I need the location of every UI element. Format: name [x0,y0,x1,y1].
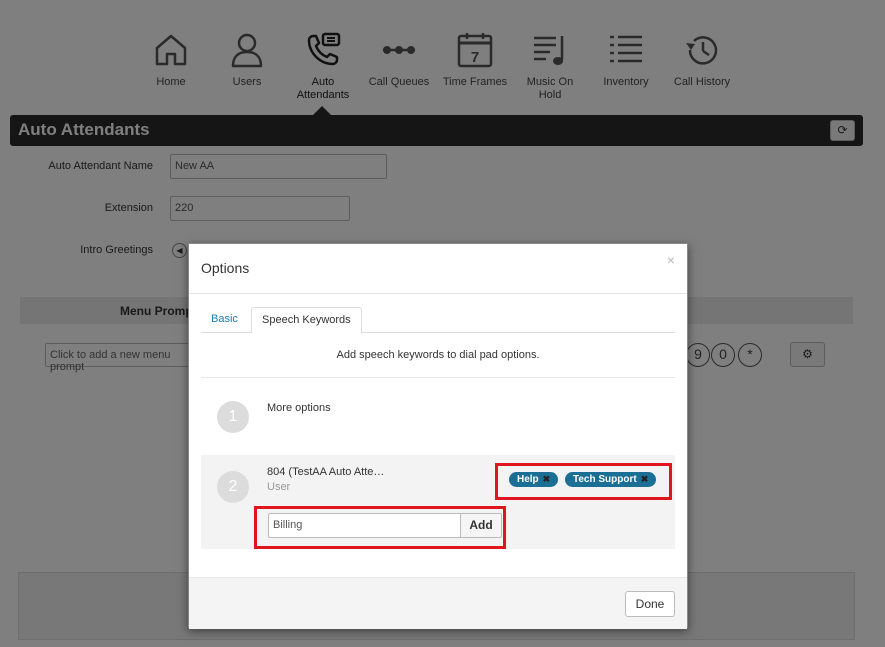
option-row-2: 2 804 (TestAA Auto Atte… User Help ✖ Tech… [201,455,675,549]
modal-footer: Done [189,577,687,629]
speech-keywords-hint: Add speech keywords to dial pad options. [336,349,540,361]
divider [201,377,675,378]
option-number-1: 1 [217,401,249,433]
modal-title: Options [201,260,250,276]
option-label-1: More options [267,402,331,414]
modal-header: Options × [189,244,687,294]
modal-tabs: Basic Speech Keywords [201,307,675,334]
tab-basic[interactable]: Basic [201,307,248,333]
keyword-input-highlight [254,506,506,549]
keyword-tags-highlight [495,463,672,500]
done-button[interactable]: Done [625,591,675,617]
tab-speech-keywords[interactable]: Speech Keywords [251,307,362,334]
option-label-2: 804 (TestAA Auto Atte… [267,466,385,478]
option-sublabel-2: User [267,481,291,493]
options-modal: Options × Basic Speech Keywords Add spee… [188,243,688,629]
close-icon[interactable]: × [667,252,675,268]
option-number-2: 2 [217,471,249,503]
